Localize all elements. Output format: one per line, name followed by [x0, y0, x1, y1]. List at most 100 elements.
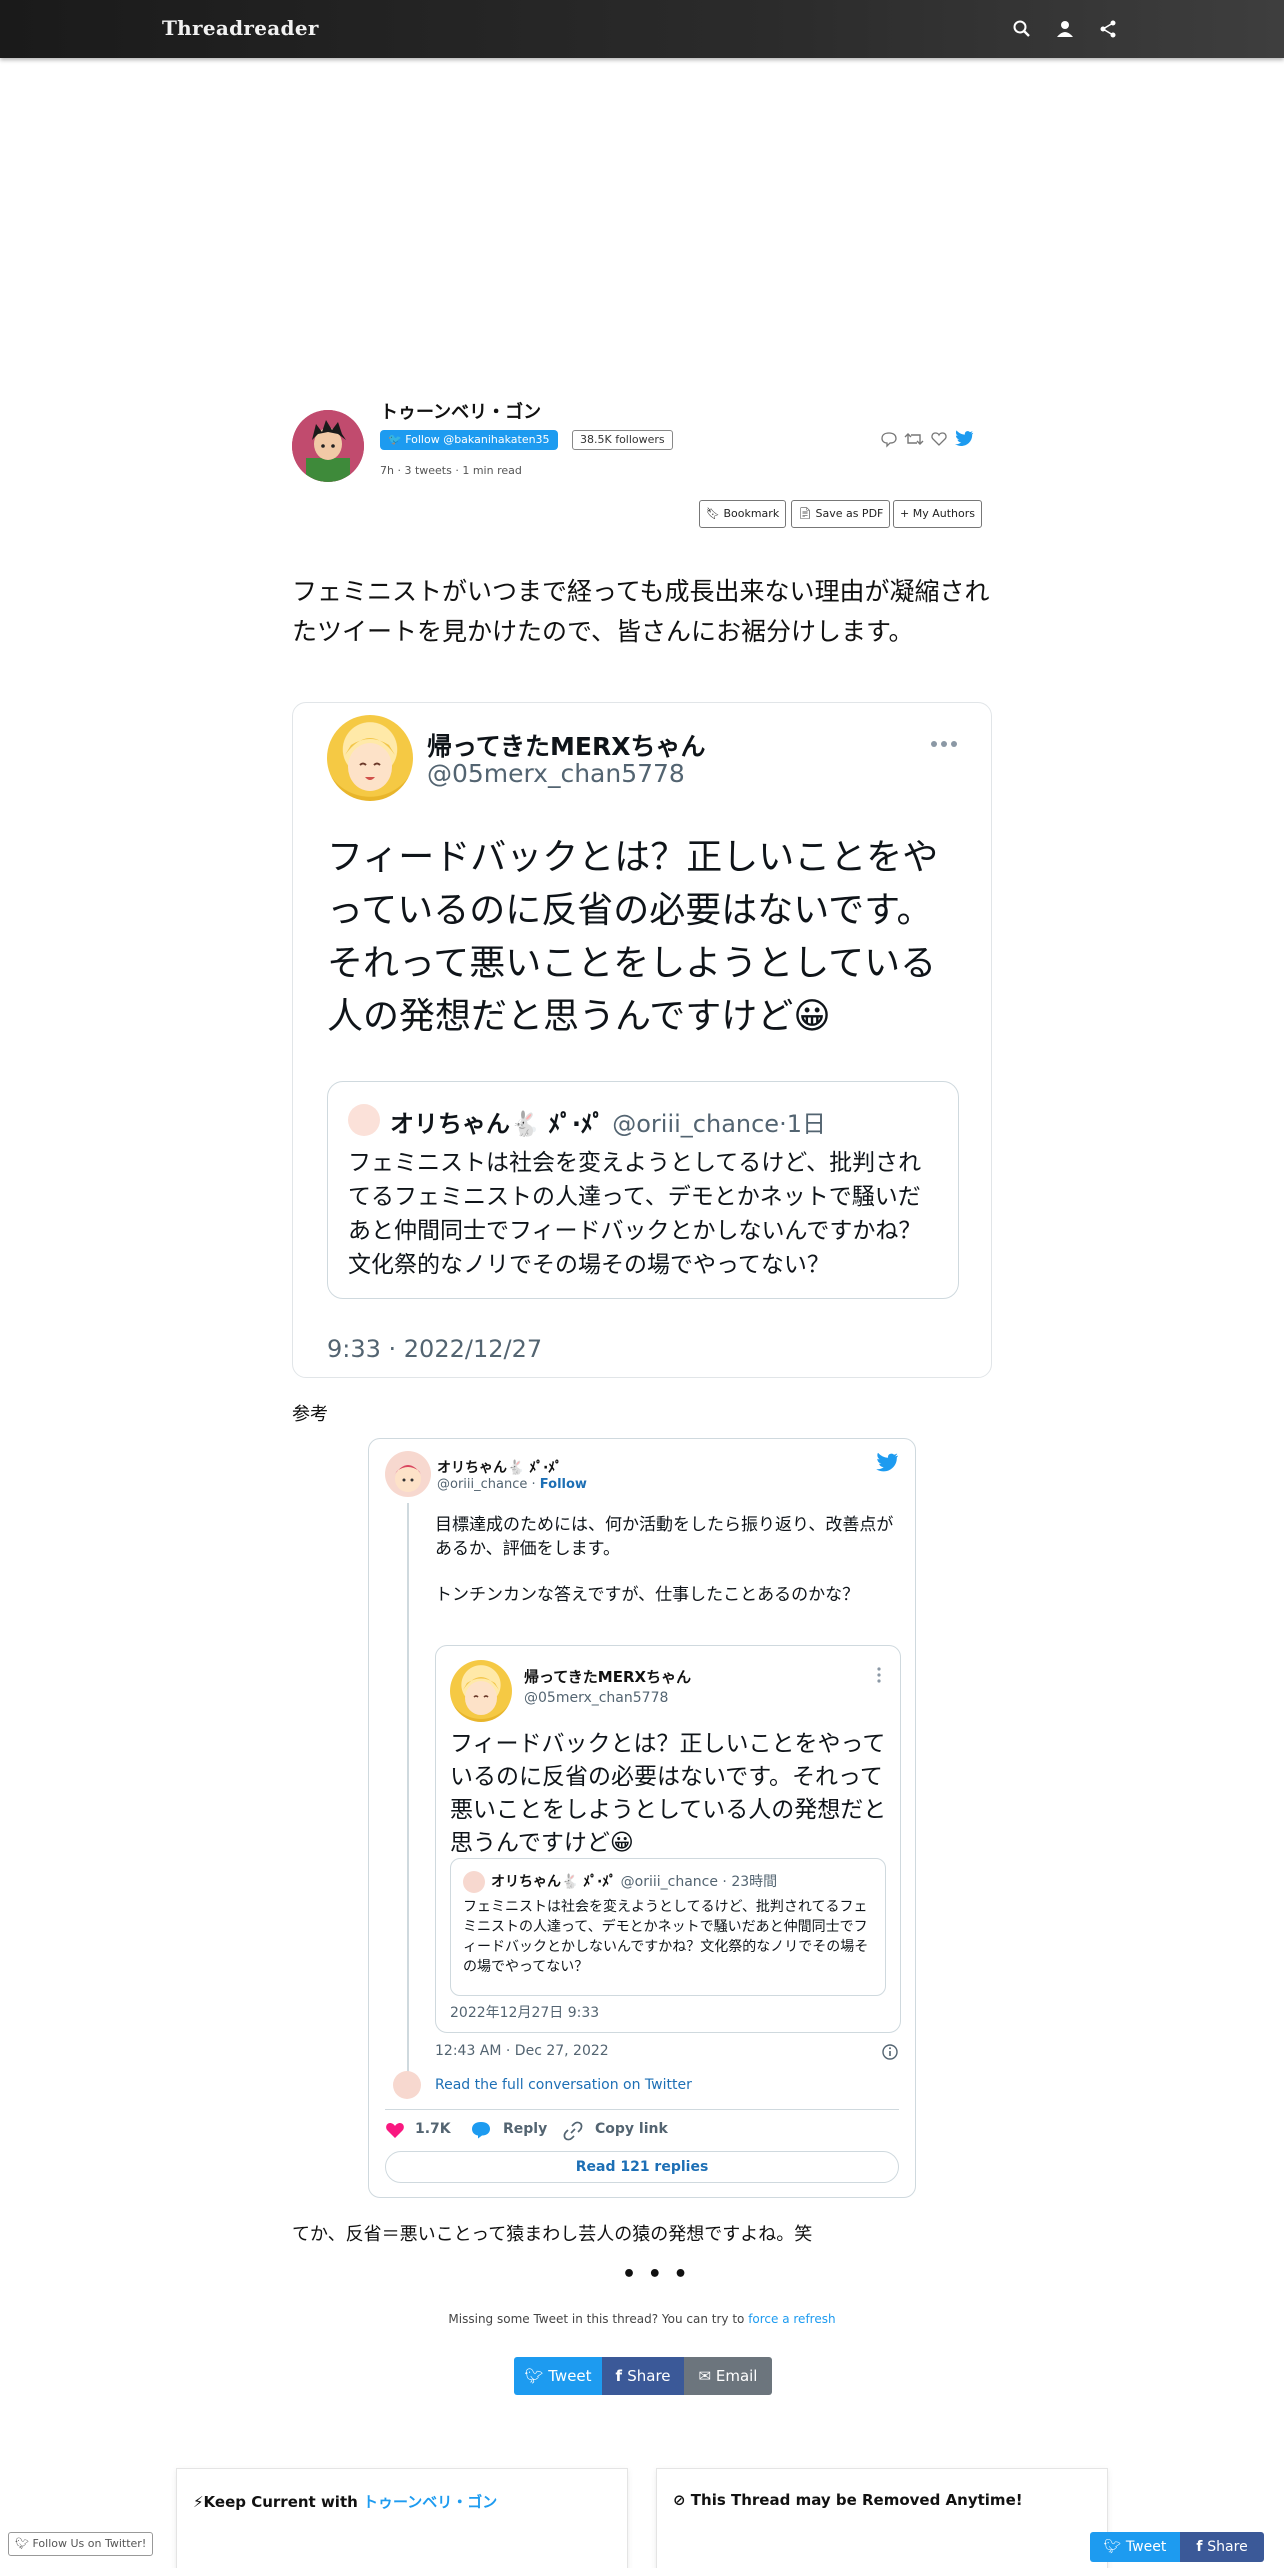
tweet-text-3: てか、反省＝悪いことって猿まわし芸人の猿の発想ですよね。笑 — [292, 2224, 813, 2245]
bolt-icon: ⚡︎ — [193, 2493, 204, 2511]
share-email-label: Email — [715, 2367, 758, 2385]
embed-tweet-text: 目標達成のためには、何か活動をしたら振り返り、改善点があるか、評価をします。 ト… — [435, 1513, 895, 1629]
embed-actions: 1.7K Reply Copy link — [385, 2119, 899, 2143]
thread-controls: 🔖︎ Bookmark 📄︎ Save as PDF + My Authors — [699, 500, 999, 528]
follow-us-button[interactable]: 🐦︎ Follow Us on Twitter! — [8, 2532, 154, 2556]
read-full-conversation-link[interactable]: Read the full conversation on Twitter — [435, 2077, 692, 2093]
fixed-share-label: Share — [1207, 2539, 1248, 2555]
retweet-icon[interactable] — [904, 430, 924, 448]
embed-para-2: トンチンカンな答えですが、仕事したことあるのかな？ — [435, 1585, 860, 1605]
share-email-button[interactable]: ✉ Email — [684, 2357, 772, 2395]
plus-icon: + — [900, 507, 913, 520]
twitter-bird-icon: 🐦︎ — [524, 2367, 549, 2385]
reply-icon[interactable] — [880, 430, 898, 448]
nested-quote-text: フェミニストは社会を変えようとしてるけど、批判されてるフェミニストの人達って、デ… — [463, 1899, 869, 1975]
heart-icon[interactable] — [385, 2121, 405, 2139]
fixed-share-bar: 🐦︎ Tweet f Share — [1090, 2532, 1264, 2562]
embed-follow-link[interactable]: Follow — [540, 1477, 587, 1492]
thread-end-ellipsis: • • • — [622, 2262, 690, 2287]
like-icon[interactable] — [930, 430, 948, 448]
info-icon[interactable] — [881, 2043, 899, 2061]
embed-avatar[interactable] — [385, 1451, 431, 1497]
copy-link-label[interactable]: Copy link — [595, 2121, 668, 2137]
author-name[interactable]: トゥーンベリ・ゴン — [380, 398, 541, 424]
nested-quote-meta: @oriii_chance · 23時間 — [620, 1874, 778, 1890]
reply-label[interactable]: Reply — [503, 2121, 547, 2137]
embed-author-name[interactable]: オリちゃん🐇 ﾒﾟ‧ﾒﾟ — [437, 1457, 562, 1477]
follow-button[interactable]: 🐦 Follow @bakanihakaten35 — [380, 430, 558, 450]
embed-quote-handle: @05merx_chan5778 — [524, 1690, 669, 1706]
twitter-bird-icon: 🐦︎ — [1103, 2539, 1126, 2555]
search-icon[interactable] — [1011, 18, 1033, 40]
share-buttons: 🐦︎ Tweet f Share ✉ Email — [514, 2357, 774, 2395]
missing-tweet-notice: Missing some Tweet in this thread? You c… — [0, 2312, 1284, 2326]
fixed-tweet-button[interactable]: 🐦︎ Tweet — [1090, 2532, 1180, 2562]
share-facebook-button[interactable]: f Share — [602, 2357, 684, 2395]
twitter-logo-icon[interactable] — [875, 1453, 899, 1473]
tweet-actions — [880, 428, 990, 450]
follow-button-label: Follow @bakanihakaten35 — [405, 433, 550, 446]
screenshot-author-name: 帰ってきたMERXちゃん — [427, 732, 706, 761]
nested-quote-header: オリちゃん🐇 ﾒﾟ‧ﾒﾟ @oriii_chance · 23時間 — [491, 1871, 777, 1891]
nested-quote-avatar — [463, 1871, 485, 1893]
link-icon[interactable] — [563, 2121, 583, 2141]
removal-warning-text: This Thread may be Removed Anytime! — [690, 2491, 1023, 2509]
twitter-bird-icon: 🐦︎ — [15, 2537, 33, 2550]
embed-handle-text: @oriii_chance — [437, 1477, 528, 1492]
screenshot-quote-handle: @oriii_chance — [612, 1110, 780, 1138]
screenshot-quote-header: オリちゃん🐇 ﾒﾟ‧ﾒﾟ @oriii_chance·1日 — [390, 1104, 826, 1139]
more-options-icon — [931, 741, 957, 747]
screenshot-avatar — [327, 715, 413, 801]
my-authors-label: My Authors — [912, 507, 975, 520]
screenshot-author-handle: @05merx_chan5778 — [427, 759, 685, 788]
nested-quote-name: オリちゃん🐇 ﾒﾟ‧ﾒﾟ — [491, 1874, 617, 1890]
missing-tweet-text: Missing some Tweet in this thread? You c… — [448, 2312, 749, 2326]
screenshot-quoted-tweet: オリちゃん🐇 ﾒﾟ‧ﾒﾟ @oriii_chance·1日 フェミニストは社会を… — [327, 1081, 959, 1299]
screenshot-quote-time: ·1日 — [779, 1110, 826, 1138]
envelope-icon: ✉ — [698, 2367, 716, 2385]
thread-connector-line — [407, 1503, 409, 2079]
screenshot-quote-text: フェミニストは社会を変えようとしてるけど、批判されてるフェミニストの人達って、デ… — [348, 1150, 922, 1278]
my-authors-button[interactable]: + My Authors — [893, 500, 982, 528]
embed-quote-avatar — [450, 1660, 512, 1722]
author-avatar[interactable] — [292, 410, 364, 482]
removal-warning-card: ⊘ This Thread may be Removed Anytime! — [656, 2468, 1108, 2568]
removal-warning-title: ⊘ This Thread may be Removed Anytime! — [673, 2491, 1023, 2509]
save-pdf-button[interactable]: 📄︎ Save as PDF — [791, 500, 891, 528]
embed-date[interactable]: 12:43 AM · Dec 27, 2022 — [435, 2043, 609, 2059]
share-tweet-button[interactable]: 🐦︎ Tweet — [514, 2357, 602, 2395]
follow-us-label: Follow Us on Twitter! — [32, 2537, 147, 2550]
twitter-icon[interactable] — [954, 430, 974, 448]
bookmark-icon: 🔖︎ — [706, 507, 724, 520]
save-pdf-label: Save as PDF — [815, 507, 884, 520]
embed-para-1: 目標達成のためには、何か活動をしたら振り返り、改善点があるか、評価をします。 — [435, 1515, 894, 1559]
bookmark-button[interactable]: 🔖︎ Bookmark — [699, 500, 787, 528]
followers-count: 38.5K followers — [572, 430, 673, 450]
screenshot-quote-name: オリちゃん🐇 ﾒﾟ‧ﾒﾟ — [390, 1110, 605, 1138]
top-navbar: Threadreader — [0, 0, 1284, 58]
embed-nested-quote: オリちゃん🐇 ﾒﾟ‧ﾒﾟ @oriii_chance · 23時間 フェミニスト… — [450, 1858, 886, 1996]
tweet-text-1: フェミニストがいつまで経っても成長出来ない理由が凝縮されたツイートを見かけたので… — [292, 577, 990, 646]
tweet-screenshot-image[interactable]: 帰ってきたMERXちゃん @05merx_chan5778 フィードバックとは？… — [292, 702, 992, 1378]
embed-quoted-tweet[interactable]: 帰ってきたMERXちゃん @05merx_chan5778 フィードバックとは？… — [435, 1645, 901, 2033]
screenshot-timestamp: 9:33 · 2022/12/27 — [327, 1335, 543, 1363]
like-count[interactable]: 1.7K — [415, 2121, 451, 2137]
fixed-tweet-label: Tweet — [1125, 2539, 1167, 2555]
force-refresh-link[interactable]: force a refresh — [748, 2312, 835, 2326]
embed-quote-time: 2022年12月27日 9:33 — [450, 2005, 600, 2021]
screenshot-quote-avatar — [348, 1104, 380, 1136]
keep-current-author-link[interactable]: トゥーンベリ・ゴン — [363, 2493, 497, 2511]
reply-bubble-icon[interactable] — [471, 2121, 491, 2139]
read-replies-button[interactable]: Read 121 replies — [385, 2151, 899, 2183]
embedded-tweet[interactable]: オリちゃん🐇 ﾒﾟ‧ﾒﾟ @oriii_chance · Follow 目標達成… — [368, 1438, 916, 2198]
brand-logo[interactable]: Threadreader — [162, 16, 319, 40]
ban-icon: ⊘ — [673, 2491, 691, 2509]
embed-quote-text: フィードバックとは？正しいことをやっているのに反省の必要はないです。それって悪い… — [450, 1731, 887, 1856]
author-avatar-image — [292, 410, 364, 482]
embed-divider — [385, 2109, 899, 2110]
quote-more-icon — [877, 1667, 881, 1683]
pdf-icon: 📄︎ — [798, 507, 816, 520]
user-icon[interactable] — [1054, 18, 1076, 40]
fixed-share-button[interactable]: f Share — [1180, 2532, 1264, 2562]
share-icon[interactable] — [1097, 18, 1119, 40]
